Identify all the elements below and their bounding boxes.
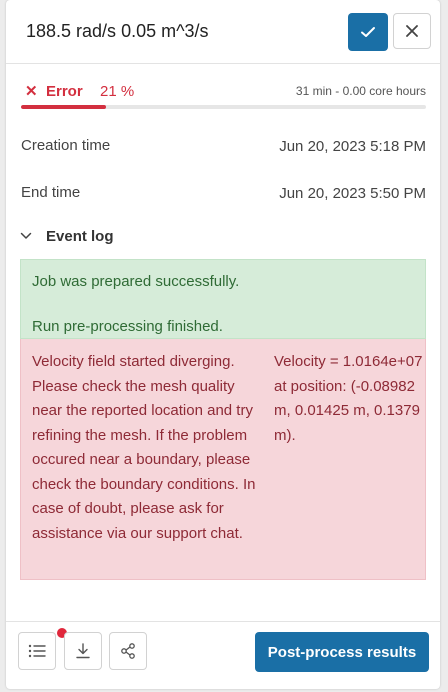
status-row: ✕ Error 21 % 31 min - 0.00 core hours [21, 82, 426, 102]
share-icon [121, 643, 135, 659]
status-label: Error [46, 83, 83, 100]
check-icon [361, 27, 375, 37]
error-x-icon: ✕ [25, 83, 38, 100]
error-message: Velocity field started diverging. Please… [32, 353, 256, 542]
event-log: Job was prepared successfully. Run pre-p… [20, 259, 426, 580]
share-button[interactable] [109, 632, 147, 670]
confirm-button[interactable] [348, 13, 388, 51]
list-icon [28, 644, 46, 658]
log-error-block: Velocity field started diverging. Please… [20, 339, 426, 580]
end-time-label: End time [21, 184, 81, 201]
download-icon [76, 643, 90, 659]
run-title: 188.5 rad/s 0.05 m^3/s [26, 21, 209, 41]
event-list-button[interactable] [18, 632, 56, 670]
download-button[interactable] [64, 632, 102, 670]
end-time-value: Jun 20, 2023 5:50 PM [279, 185, 426, 202]
post-process-button[interactable]: Post-process results [255, 632, 429, 672]
panel-header: 188.5 rad/s 0.05 m^3/s [6, 0, 440, 64]
event-log-toggle[interactable]: Event log [20, 225, 150, 247]
progress-fill [21, 105, 107, 109]
chevron-down-icon [20, 232, 32, 239]
error-detail: Velocity = 1.0164e+07 at position: (-0.0… [274, 353, 423, 444]
progress-bar [21, 105, 426, 109]
creation-time-label: Creation time [21, 137, 111, 154]
log-success-block: Job was prepared successfully. Run pre-p… [20, 259, 426, 339]
log-entry: Run pre-processing finished. [32, 318, 223, 335]
status-percent: 21 % [100, 83, 135, 100]
event-log-label: Event log [46, 227, 114, 245]
job-details-panel: 188.5 rad/s 0.05 m^3/s ✕ Error 21 % 31 m… [6, 0, 440, 689]
log-entry: Job was prepared successfully. [32, 273, 240, 290]
close-button[interactable] [393, 13, 431, 49]
close-icon [406, 25, 418, 37]
creation-time-value: Jun 20, 2023 5:18 PM [279, 138, 426, 155]
run-duration: 31 min - 0.00 core hours [295, 84, 426, 98]
